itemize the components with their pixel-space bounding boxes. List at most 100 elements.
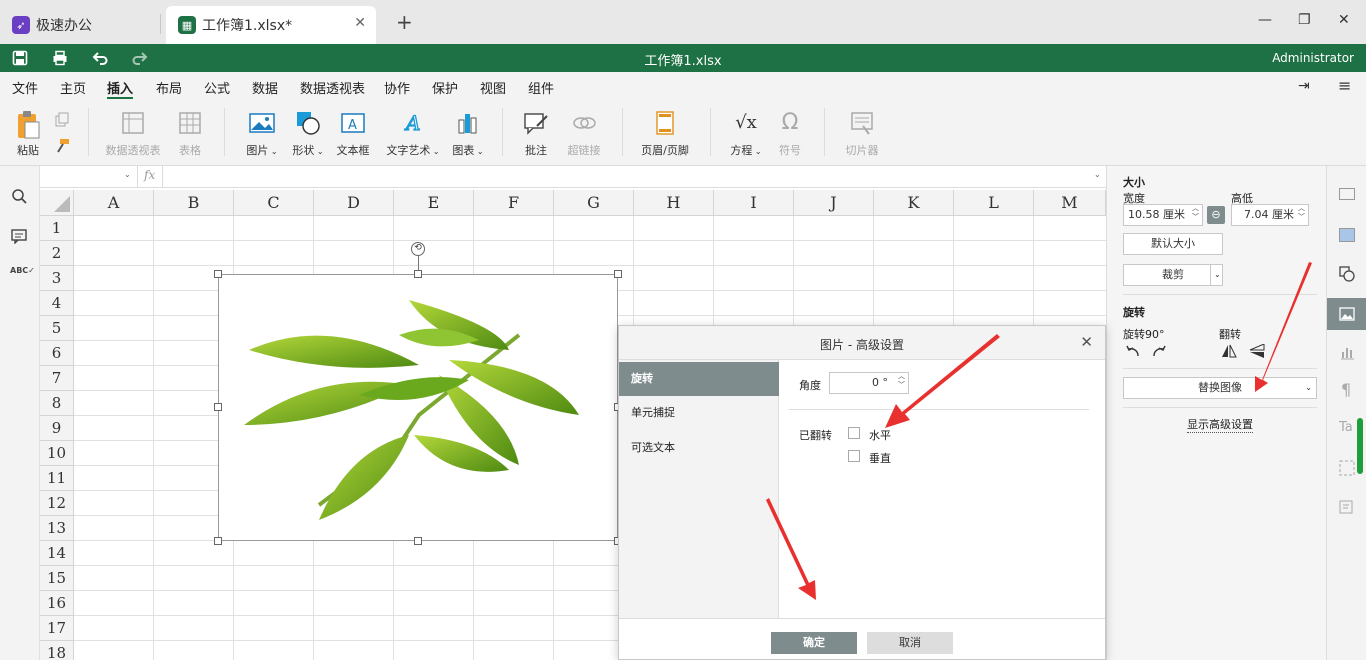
shape-settings-icon[interactable] (1339, 266, 1355, 285)
expand-formula-icon[interactable]: ⌄ (1094, 170, 1101, 179)
close-window-button[interactable]: ✕ (1338, 12, 1350, 28)
header-footer-button[interactable]: 页眉/页脚 (638, 110, 692, 158)
menu-layout[interactable]: 布局 (156, 78, 182, 97)
menu-pivot[interactable]: 数据透视表 (300, 78, 365, 97)
export-icon[interactable]: ⇥ (1298, 78, 1310, 94)
rotate-left-icon[interactable] (1125, 344, 1141, 361)
textbox-button[interactable]: A 文本框 (334, 110, 372, 158)
slicer-button[interactable]: 切片器 (842, 110, 882, 158)
comment-icon[interactable] (11, 228, 27, 247)
resize-handle[interactable] (414, 537, 422, 545)
tea-leaf-image[interactable] (218, 274, 618, 541)
tab-home[interactable]: ➶ 极速办公 (0, 6, 160, 44)
column-header[interactable]: D (314, 190, 394, 216)
row-header[interactable]: 8 (40, 391, 74, 416)
column-header[interactable]: C (234, 190, 314, 216)
menu-data[interactable]: 数据 (252, 78, 278, 97)
row-header[interactable]: 14 (40, 541, 74, 566)
default-size-button[interactable]: 默认大小 (1123, 233, 1223, 255)
minimize-button[interactable]: — (1258, 12, 1272, 28)
row-header[interactable]: 4 (40, 291, 74, 316)
row-header[interactable]: 5 (40, 316, 74, 341)
comment-button[interactable]: 批注 (522, 110, 550, 158)
row-header[interactable]: 3 (40, 266, 74, 291)
angle-input[interactable]: 0 ° ︿ ﹀ (829, 372, 909, 394)
search-icon[interactable] (11, 188, 27, 207)
column-header[interactable]: H (634, 190, 714, 216)
menu-insert[interactable]: 插入 (107, 78, 133, 97)
rotate-right-icon[interactable] (1151, 344, 1167, 361)
column-header[interactable]: A (74, 190, 154, 216)
rotate-handle[interactable]: ⟲ (411, 242, 425, 256)
close-icon[interactable]: ✕ (1080, 333, 1093, 351)
row-header[interactable]: 13 (40, 516, 74, 541)
table-button[interactable]: 表格 (174, 110, 206, 158)
row-header[interactable]: 9 (40, 416, 74, 441)
column-header[interactable]: J (794, 190, 874, 216)
formula-input[interactable] (164, 166, 1100, 187)
row-header[interactable]: 10 (40, 441, 74, 466)
pivot-settings-icon[interactable] (1339, 460, 1355, 479)
column-header[interactable]: L (954, 190, 1034, 216)
row-header[interactable]: 18 (40, 641, 74, 660)
lock-aspect-icon[interactable]: ⊖ (1207, 206, 1225, 224)
row-header[interactable]: 1 (40, 216, 74, 241)
equation-button[interactable]: √x 方程 ⌄ (728, 110, 764, 158)
new-tab-button[interactable]: + (396, 10, 413, 34)
maximize-button[interactable]: ❐ (1298, 12, 1311, 28)
nav-alt-text[interactable]: 可选文本 (619, 431, 779, 465)
spin-arrows-icon[interactable]: ︿ ﹀ (1192, 204, 1199, 222)
nav-cell-snap[interactable]: 单元捕捉 (619, 396, 779, 430)
ok-button[interactable]: 确定 (771, 632, 857, 654)
hyperlink-button[interactable]: 超链接 (564, 110, 604, 158)
row-header[interactable]: 11 (40, 466, 74, 491)
horizontal-checkbox[interactable] (848, 427, 860, 439)
format-painter-icon[interactable] (52, 138, 72, 157)
column-header[interactable]: M (1034, 190, 1106, 216)
resize-handle[interactable] (414, 270, 422, 278)
table-settings-icon[interactable] (1339, 228, 1355, 242)
chart-settings-icon[interactable] (1339, 344, 1355, 363)
crop-button[interactable]: 裁剪 ⌄ (1123, 264, 1223, 286)
copy-icon[interactable] (52, 112, 72, 131)
menu-protect[interactable]: 保护 (432, 78, 458, 97)
row-header[interactable]: 17 (40, 616, 74, 641)
show-advanced-settings-link[interactable]: 显示高级设置 (1187, 416, 1253, 433)
tab-workbook[interactable]: ▦ 工作簿1.xlsx* ✕ (166, 6, 376, 44)
picture-button[interactable]: 图片 ⌄ (244, 110, 280, 158)
shape-button[interactable]: 形状 ⌄ (290, 110, 326, 158)
column-header[interactable]: G (554, 190, 634, 216)
image-settings-tab[interactable] (1327, 298, 1366, 330)
panel-scrollbar[interactable] (1357, 418, 1363, 474)
height-input[interactable]: 7.04 厘米 ︿ ﹀ (1231, 204, 1309, 226)
paragraph-settings-icon[interactable]: ¶ (1341, 380, 1351, 399)
resize-handle[interactable] (614, 270, 622, 278)
resize-handle[interactable] (214, 537, 222, 545)
column-header[interactable]: I (714, 190, 794, 216)
row-header[interactable]: 6 (40, 341, 74, 366)
row-header[interactable]: 7 (40, 366, 74, 391)
row-header[interactable]: 12 (40, 491, 74, 516)
hamburger-menu-icon[interactable]: ≡ (1338, 76, 1351, 95)
row-header[interactable]: 15 (40, 566, 74, 591)
chart-button[interactable]: 图表 ⌄ (450, 110, 486, 158)
vertical-checkbox[interactable] (848, 450, 860, 462)
row-header[interactable]: 2 (40, 241, 74, 266)
menu-formula[interactable]: 公式 (204, 78, 230, 97)
menu-collab[interactable]: 协作 (384, 78, 410, 97)
select-all-corner[interactable] (40, 190, 74, 216)
spin-arrows-icon[interactable]: ︿ ﹀ (1298, 204, 1305, 222)
paste-button[interactable]: 粘贴 (10, 110, 46, 158)
cell-settings-icon[interactable] (1339, 188, 1355, 200)
resize-handle[interactable] (214, 403, 222, 411)
flip-vertical-icon[interactable] (1249, 343, 1265, 361)
resize-handle[interactable] (214, 270, 222, 278)
column-header[interactable]: E (394, 190, 474, 216)
cancel-button[interactable]: 取消 (867, 632, 953, 654)
name-box[interactable]: ⌄ (40, 166, 138, 188)
spin-arrows-icon[interactable]: ︿ ﹀ (898, 372, 905, 390)
menu-view[interactable]: 视图 (480, 78, 506, 97)
column-header[interactable]: B (154, 190, 234, 216)
width-input[interactable]: 10.58 厘米 ︿ ﹀ (1123, 204, 1203, 226)
row-header[interactable]: 16 (40, 591, 74, 616)
